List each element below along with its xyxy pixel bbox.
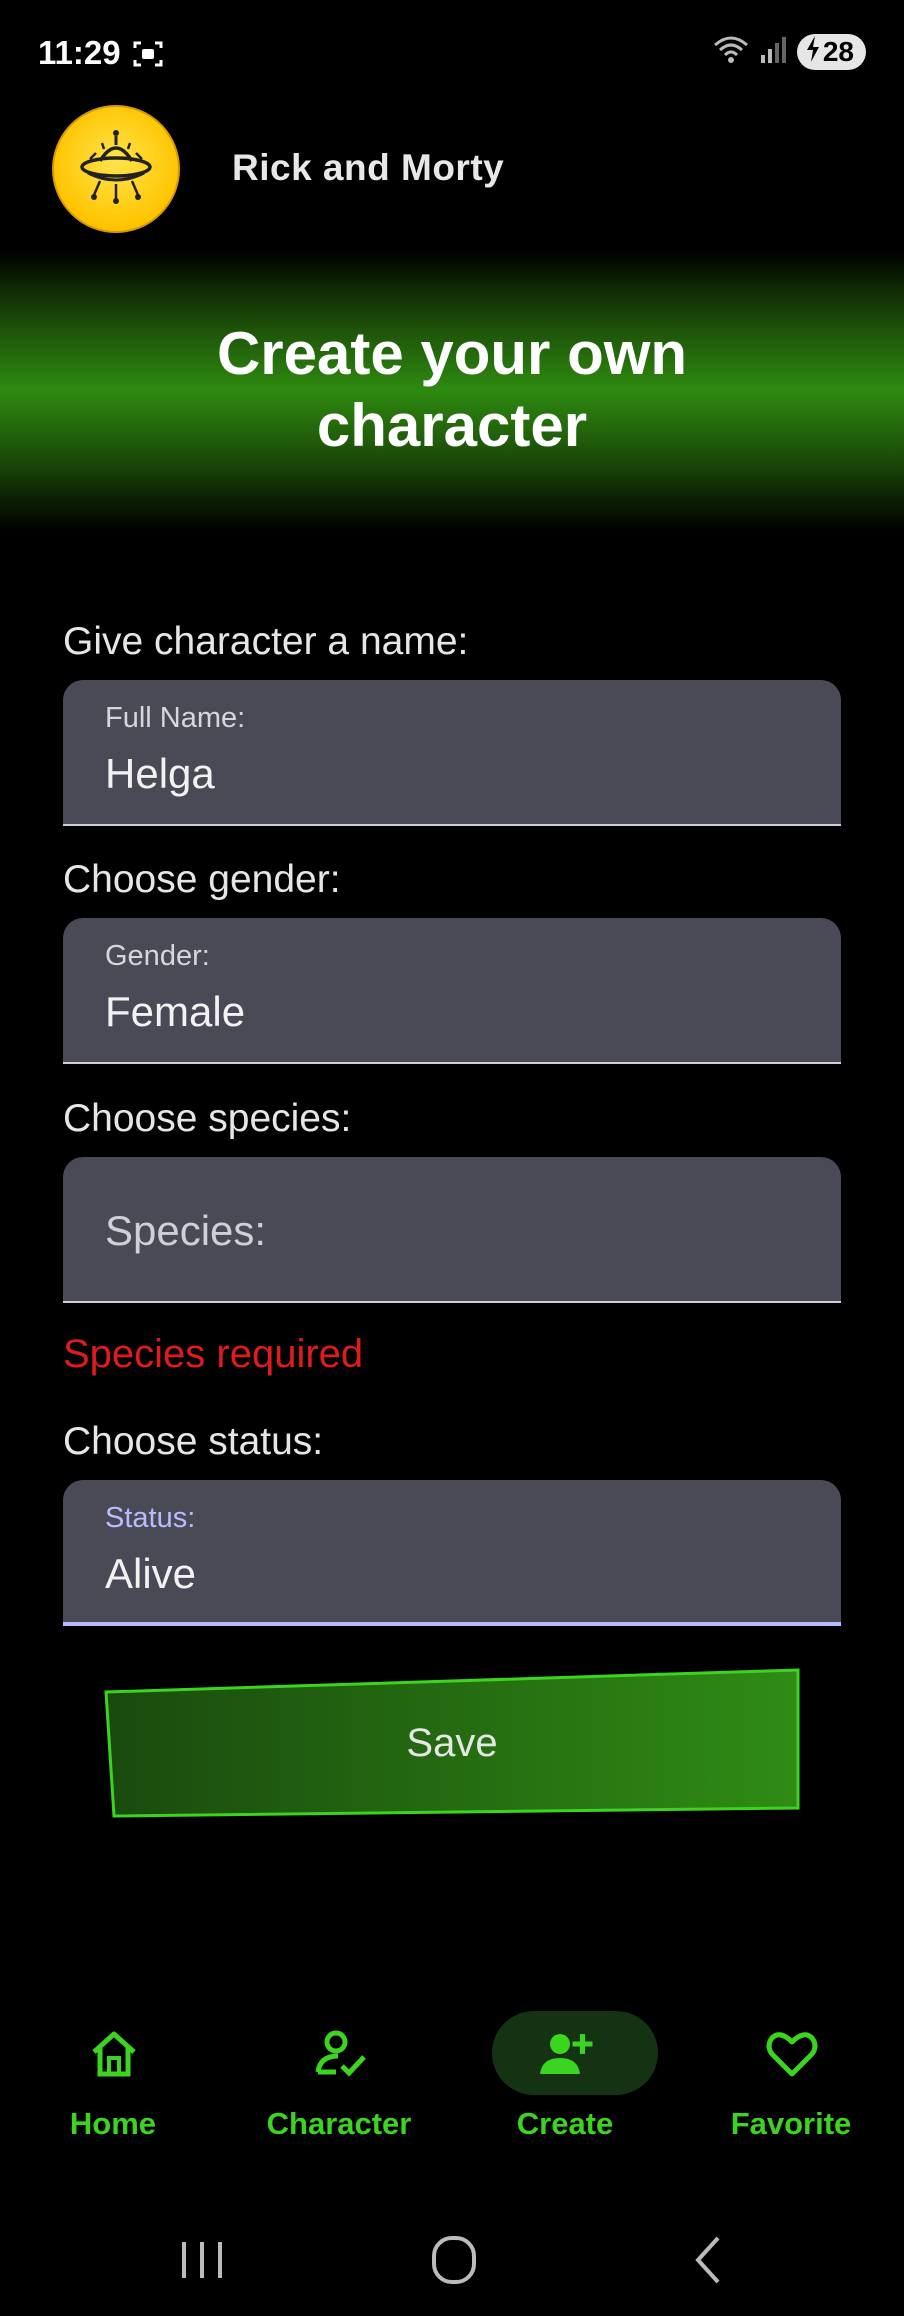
page-banner: Create your own character — [0, 250, 904, 530]
page-title: Create your own character — [216, 320, 688, 459]
home-circle-icon — [432, 2236, 476, 2284]
recents-button[interactable] — [162, 2230, 242, 2290]
bottom-navigation: Home Character Create Favorite — [0, 2000, 904, 2160]
person-check-icon — [312, 2026, 368, 2082]
nav-favorite[interactable]: Favorite — [678, 2000, 904, 2160]
nav-home-label: Home — [69, 2106, 157, 2141]
gender-label: Choose gender: — [63, 858, 341, 901]
nav-home[interactable]: Home — [0, 2000, 226, 2160]
battery-level: 28 — [822, 36, 854, 67]
ufo-icon — [80, 130, 152, 204]
species-field[interactable]: Species: — [63, 1157, 841, 1303]
system-navigation-bar — [0, 2200, 904, 2316]
gender-field[interactable]: Gender: Female — [63, 918, 841, 1064]
full-name-floating-label: Full Name: — [105, 702, 246, 734]
species-placeholder: Species: — [105, 1207, 267, 1254]
save-button[interactable]: Save — [104, 1668, 800, 1818]
recents-icon — [182, 2242, 222, 2278]
name-label: Give character a name: — [63, 620, 469, 663]
heart-icon — [764, 2026, 820, 2082]
nav-favorite-label: Favorite — [730, 2106, 852, 2141]
app-logo[interactable] — [52, 105, 180, 233]
back-button[interactable] — [668, 2230, 748, 2290]
app-title: Rick and Morty — [232, 147, 505, 188]
wifi-icon — [713, 35, 749, 70]
nav-create[interactable]: Create — [452, 2000, 678, 2160]
nav-character[interactable]: Character — [226, 2000, 452, 2160]
gender-floating-label: Gender: — [105, 940, 210, 972]
status-bar: 11:29 28 — [0, 0, 904, 110]
gender-value: Female — [105, 988, 246, 1035]
status-right-group: 28 — [713, 34, 866, 70]
status-value: Alive — [105, 1550, 197, 1597]
app-header: Rick and Morty — [0, 105, 904, 235]
home-icon — [86, 2026, 142, 2082]
home-system-button[interactable] — [414, 2230, 494, 2290]
signal-icon — [759, 35, 787, 70]
nav-character-label: Character — [266, 2106, 412, 2141]
species-error: Species required — [63, 1332, 364, 1376]
status-time: 11:29 — [38, 34, 121, 71]
full-name-field[interactable]: Full Name: Helga — [63, 680, 841, 826]
screenshot-icon — [132, 38, 164, 70]
nav-create-label: Create — [516, 2106, 614, 2141]
status-floating-label: Status: — [105, 1502, 196, 1534]
person-add-icon — [538, 2026, 594, 2082]
battery-indicator: 28 — [796, 34, 866, 70]
status-field[interactable]: Status: Alive — [63, 1480, 841, 1626]
status-label: Choose status: — [63, 1420, 324, 1463]
charging-bolt-icon — [805, 35, 821, 69]
full-name-value: Helga — [105, 750, 215, 797]
species-label: Choose species: — [63, 1097, 352, 1140]
back-chevron-icon — [695, 2236, 720, 2284]
save-button-label: Save — [406, 1720, 498, 1765]
